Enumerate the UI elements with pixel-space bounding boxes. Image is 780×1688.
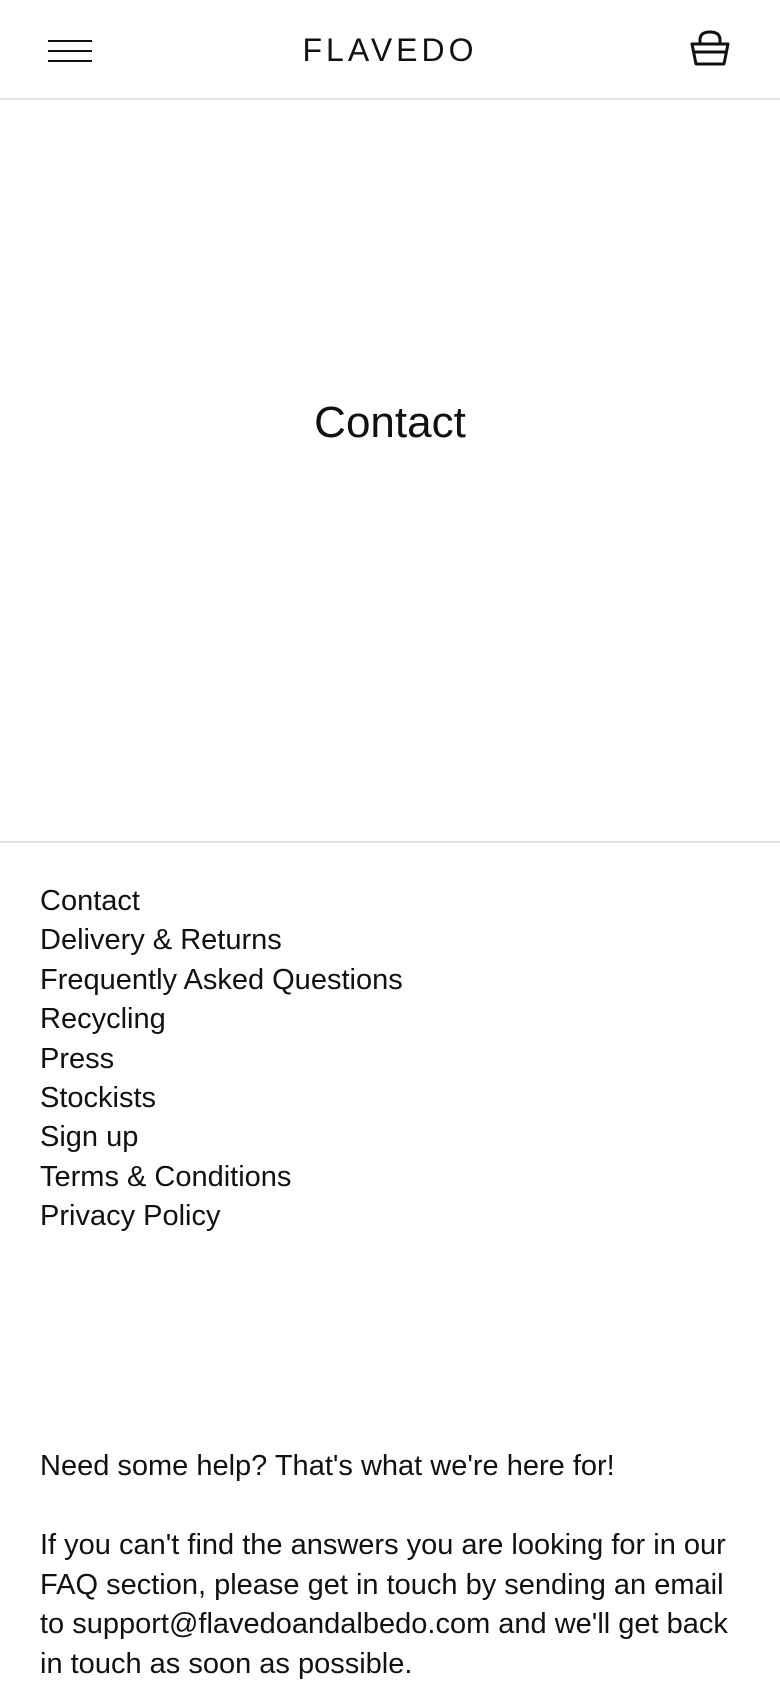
footer-nav: Contact Delivery & Returns Frequently As… — [40, 882, 403, 1237]
footer-link-sign-up[interactable]: Sign up — [40, 1121, 138, 1153]
footer-link-terms-conditions[interactable]: Terms & Conditions — [40, 1161, 291, 1193]
help-heading: Need some help? That's what we're here f… — [40, 1450, 615, 1482]
footer-link-faq[interactable]: Frequently Asked Questions — [40, 964, 403, 996]
help-body: If you can't find the answers you are lo… — [40, 1529, 728, 1680]
footer-link-recycling[interactable]: Recycling — [40, 1003, 166, 1035]
site-header: FLAVEDO — [0, 0, 780, 100]
site-logo[interactable]: FLAVEDO — [0, 30, 780, 70]
help-section: Need some help? That's what we're here f… — [40, 1447, 740, 1684]
footer-link-stockists[interactable]: Stockists — [40, 1082, 156, 1114]
shopping-basket-icon — [690, 30, 730, 66]
page-title: Contact — [314, 398, 466, 447]
footer-link-privacy-policy[interactable]: Privacy Policy — [40, 1200, 221, 1232]
section-divider — [0, 841, 780, 843]
footer-link-contact[interactable]: Contact — [40, 885, 140, 917]
footer-link-press[interactable]: Press — [40, 1043, 114, 1075]
footer-link-delivery-returns[interactable]: Delivery & Returns — [40, 924, 282, 956]
cart-button[interactable] — [686, 26, 734, 70]
